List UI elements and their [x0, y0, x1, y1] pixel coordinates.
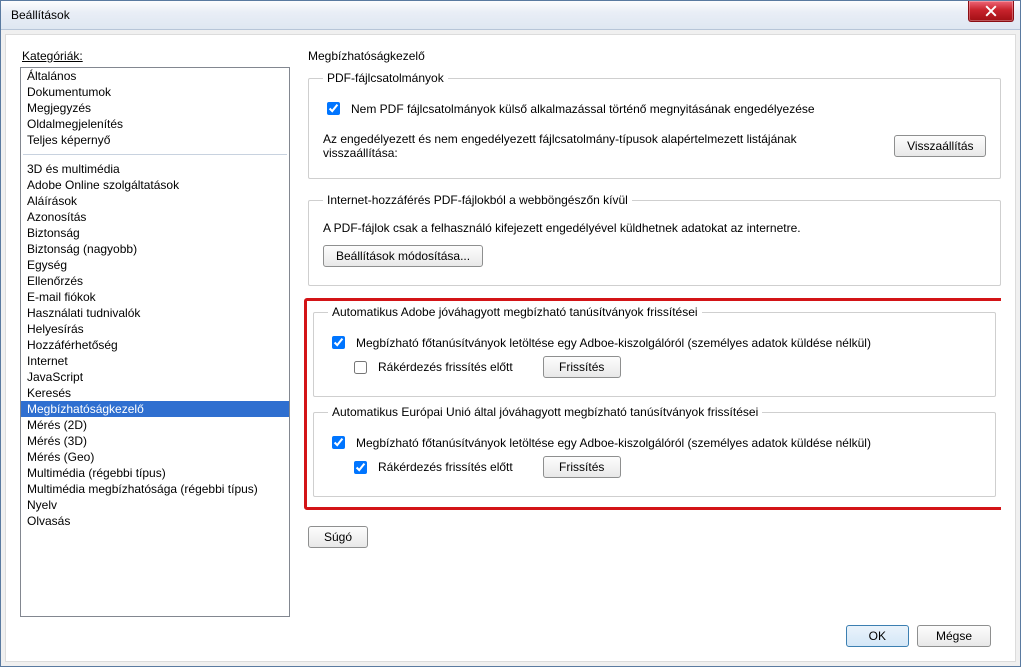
category-item[interactable]: Ellenőrzés — [21, 273, 289, 289]
settings-panel: Megbízhatóságkezelő PDF-fájlcsatolmányok… — [308, 49, 1001, 617]
category-item[interactable]: Használati tudnivalók — [21, 305, 289, 321]
attachments-legend: PDF-fájlcsatolmányok — [323, 71, 448, 85]
category-item[interactable]: Adobe Online szolgáltatások — [21, 177, 289, 193]
dialog-footer: OK Mégse — [20, 617, 1001, 651]
internet-access-desc: A PDF-fájlok csak a felhasználó kifejeze… — [323, 221, 801, 235]
categories-pane: Kategóriák: ÁltalánosDokumentumokMegjegy… — [20, 49, 290, 617]
adobe-update-button[interactable]: Frissítés — [543, 356, 621, 378]
eu-download-trusted-label: Megbízható főtanúsítványok letöltése egy… — [356, 436, 871, 450]
close-button[interactable] — [968, 1, 1014, 22]
help-button[interactable]: Súgó — [308, 526, 368, 548]
reset-attachment-list-text: Az engedélyezett és nem engedélyezett fá… — [323, 132, 870, 160]
adobe-trust-group: Automatikus Adobe jóváhagyott megbízható… — [313, 305, 996, 397]
category-item[interactable]: Oldalmegjelenítés — [21, 116, 289, 132]
categories-listbox[interactable]: ÁltalánosDokumentumokMegjegyzésOldalmegj… — [20, 67, 290, 617]
adobe-trust-legend: Automatikus Adobe jóváhagyott megbízható… — [328, 305, 702, 319]
category-item[interactable]: Internet — [21, 353, 289, 369]
adobe-download-trusted-checkbox[interactable] — [332, 336, 345, 349]
eu-ask-before-update-label: Rákérdezés frissítés előtt — [378, 460, 513, 474]
cancel-button[interactable]: Mégse — [917, 625, 991, 647]
category-item[interactable]: Egység — [21, 257, 289, 273]
internet-settings-button[interactable]: Beállítások módosítása... — [323, 245, 483, 267]
category-item[interactable]: Biztonság (nagyobb) — [21, 241, 289, 257]
titlebar: Beállítások — [1, 1, 1020, 30]
window-title: Beállítások — [1, 8, 70, 22]
reset-attachment-list-button[interactable]: Visszaállítás — [894, 135, 986, 157]
dialog-body: Kategóriák: ÁltalánosDokumentumokMegjegy… — [5, 34, 1016, 662]
attachments-group: PDF-fájlcsatolmányok Nem PDF fájlcsatolm… — [308, 71, 1001, 179]
category-item[interactable]: Általános — [21, 68, 289, 84]
adobe-download-trusted-label: Megbízható főtanúsítványok letöltése egy… — [356, 336, 871, 350]
category-item[interactable]: Mérés (Geo) — [21, 449, 289, 465]
category-item[interactable]: 3D és multimédia — [21, 161, 289, 177]
ok-button[interactable]: OK — [846, 625, 909, 647]
category-item[interactable]: Mérés (2D) — [21, 417, 289, 433]
preferences-dialog: Beállítások Kategóriák: ÁltalánosDokumen… — [0, 0, 1021, 667]
eu-update-button[interactable]: Frissítés — [543, 456, 621, 478]
category-item[interactable]: Multimédia megbízhatósága (régebbi típus… — [21, 481, 289, 497]
category-item[interactable]: Helyesírás — [21, 321, 289, 337]
category-item[interactable]: Aláírások — [21, 193, 289, 209]
eu-trust-legend: Automatikus Európai Unió által jóváhagyo… — [328, 405, 762, 419]
eu-trust-group: Automatikus Európai Unió által jóváhagyo… — [313, 405, 996, 497]
category-item[interactable]: Dokumentumok — [21, 84, 289, 100]
category-item[interactable]: Megbízhatóságkezelő — [21, 401, 289, 417]
close-icon — [985, 5, 997, 17]
internet-access-legend: Internet-hozzáférés PDF-fájlokból a webb… — [323, 193, 632, 207]
category-item[interactable]: Azonosítás — [21, 209, 289, 225]
eu-download-trusted-checkbox[interactable] — [332, 436, 345, 449]
adobe-ask-before-update-label: Rákérdezés frissítés előtt — [378, 360, 513, 374]
adobe-ask-before-update-checkbox[interactable] — [354, 361, 367, 374]
allow-external-attachments-checkbox[interactable] — [327, 102, 340, 115]
category-item[interactable]: E-mail fiókok — [21, 289, 289, 305]
panel-title: Megbízhatóságkezelő — [308, 49, 1001, 63]
category-item[interactable]: Keresés — [21, 385, 289, 401]
category-separator — [23, 154, 287, 155]
category-item[interactable]: Megjegyzés — [21, 100, 289, 116]
categories-label: Kategóriák: — [22, 49, 290, 63]
category-item[interactable]: Nyelv — [21, 497, 289, 513]
category-item[interactable]: Olvasás — [21, 513, 289, 529]
category-item[interactable]: Teljes képernyő — [21, 132, 289, 148]
category-item[interactable]: Hozzáférhetőség — [21, 337, 289, 353]
category-item[interactable]: Biztonság — [21, 225, 289, 241]
highlighted-trust-section: Automatikus Adobe jóváhagyott megbízható… — [304, 298, 1001, 510]
category-item[interactable]: JavaScript — [21, 369, 289, 385]
category-item[interactable]: Multimédia (régebbi típus) — [21, 465, 289, 481]
internet-access-group: Internet-hozzáférés PDF-fájlokból a webb… — [308, 193, 1001, 286]
category-item[interactable]: Mérés (3D) — [21, 433, 289, 449]
allow-external-attachments-label: Nem PDF fájlcsatolmányok külső alkalmazá… — [351, 102, 815, 116]
eu-ask-before-update-checkbox[interactable] — [354, 461, 367, 474]
